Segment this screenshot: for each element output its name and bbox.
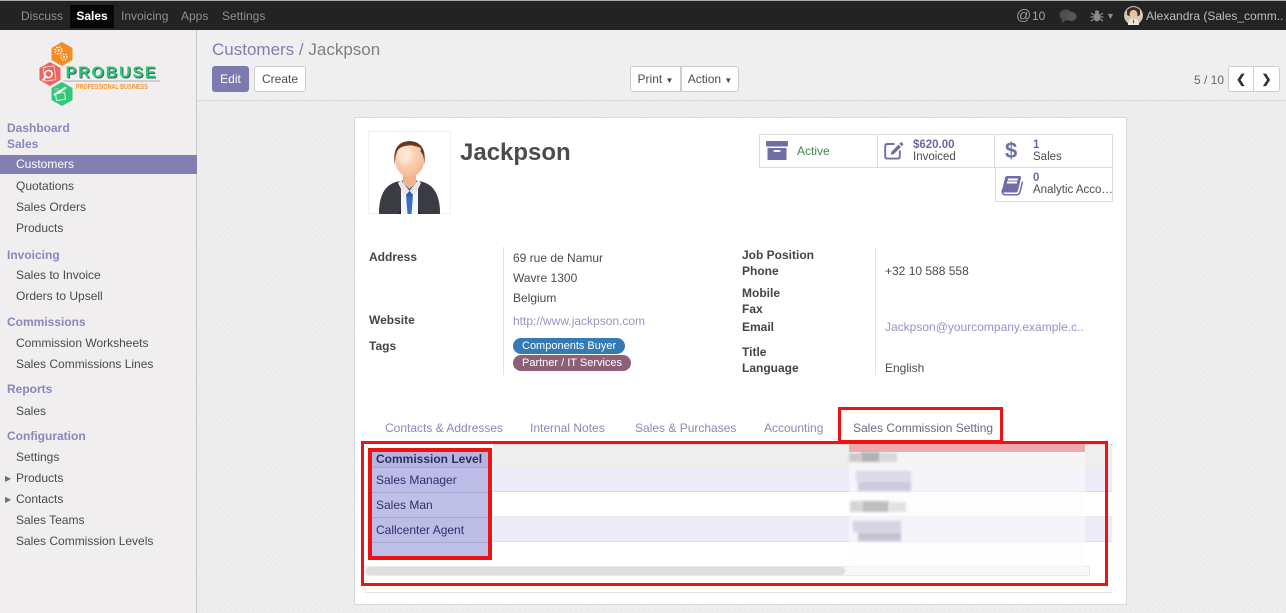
svg-text:PROBUSE: PROBUSE (66, 65, 158, 82)
svg-text:PROFESSIONAL BUSINESS: PROFESSIONAL BUSINESS (76, 84, 148, 91)
